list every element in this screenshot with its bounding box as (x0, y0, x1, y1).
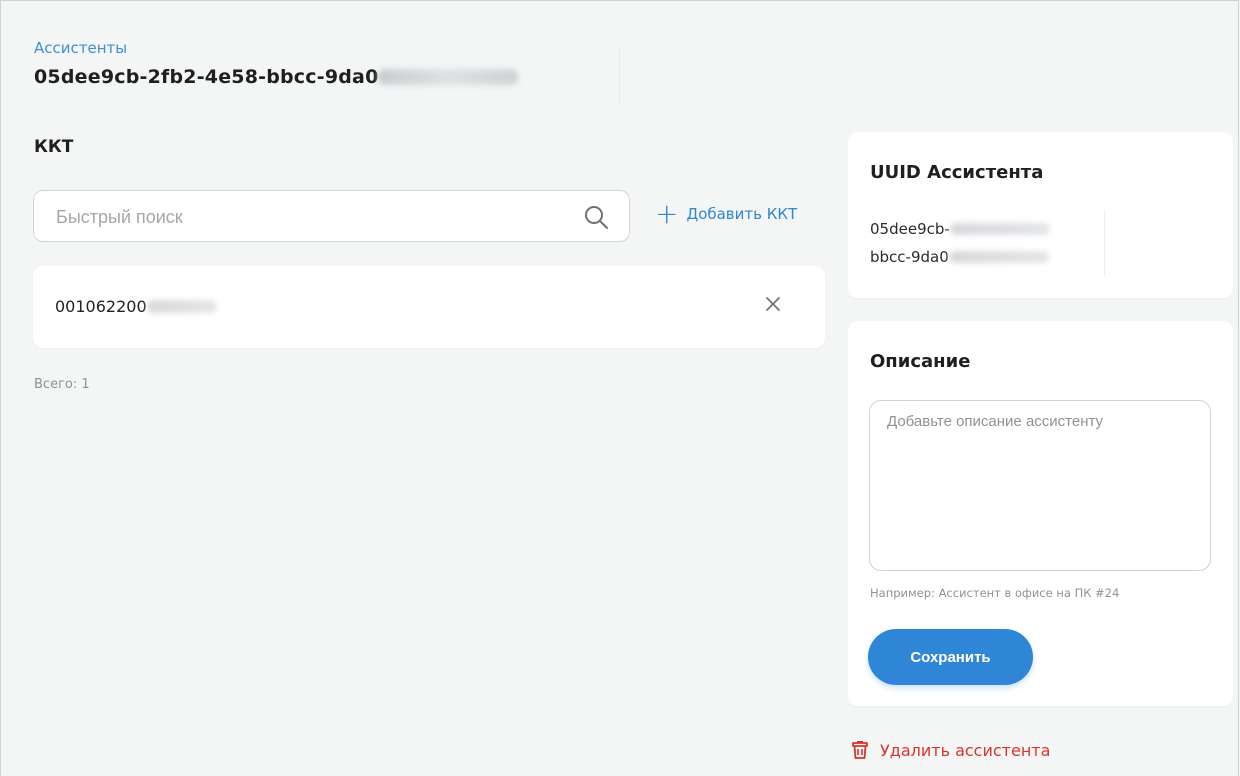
description-hint: Например: Ассистент в офисе на ПК #24 (870, 586, 1120, 600)
divider (619, 47, 620, 103)
delete-assistant-button[interactable]: Удалить ассистента (850, 740, 1050, 760)
kkt-search-input[interactable] (54, 203, 558, 231)
description-textarea[interactable] (869, 400, 1211, 571)
uuid-card: UUID Ассистента 05dee9cb- bbcc-9da0 (848, 132, 1233, 298)
uuid-value-line-1: 05dee9cb- (870, 220, 1050, 238)
uuid-value-line-2: bbcc-9da0 (870, 248, 1049, 266)
description-card: Описание Например: Ассистент в офисе на … (848, 321, 1233, 706)
page-title-text: 05dee9cb-2fb2-4e58-bbcc-9da0 (34, 66, 379, 88)
plus-icon: + (655, 197, 679, 230)
kkt-list-item: 001062200 (33, 266, 825, 348)
uuid-line-2-text: bbcc-9da0 (870, 248, 949, 266)
total-count: Всего: 1 (34, 377, 90, 392)
kkt-section-title: ККТ (34, 137, 74, 157)
trash-icon (852, 741, 868, 759)
kkt-number: 001062200 (55, 297, 217, 316)
search-icon[interactable] (583, 204, 609, 230)
add-kkt-button[interactable]: + Добавить ККТ (655, 197, 798, 230)
add-kkt-label: Добавить ККТ (686, 205, 798, 223)
divider (1104, 210, 1105, 276)
redacted-blur (948, 251, 1049, 263)
description-card-title: Описание (870, 351, 971, 372)
redacted-blur (378, 69, 519, 85)
uuid-card-title: UUID Ассистента (870, 162, 1044, 183)
page-title: 05dee9cb-2fb2-4e58-bbcc-9da0 (34, 66, 519, 88)
breadcrumb-assistants-link[interactable]: Ассистенты (34, 39, 127, 57)
redacted-blur (949, 223, 1050, 235)
kkt-number-text: 001062200 (55, 297, 147, 316)
app-frame: Ассистенты 05dee9cb-2fb2-4e58-bbcc-9da0 … (0, 0, 1239, 776)
close-icon[interactable] (761, 292, 785, 316)
uuid-line-1-text: 05dee9cb- (870, 220, 950, 238)
delete-assistant-label: Удалить ассистента (880, 740, 1051, 760)
redacted-blur (146, 300, 217, 313)
save-button[interactable]: Сохранить (868, 629, 1033, 685)
kkt-search-box (33, 190, 630, 242)
